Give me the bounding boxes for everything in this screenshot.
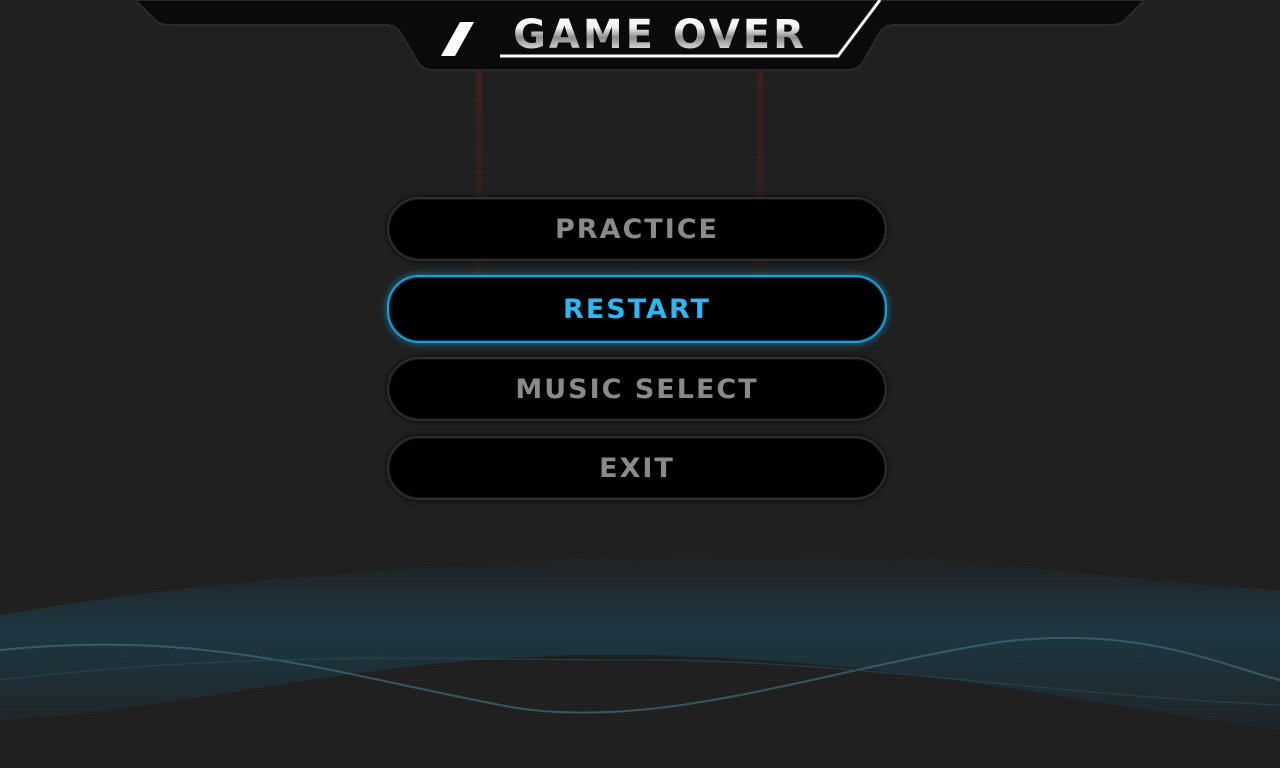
exit-label: EXIT xyxy=(599,452,675,484)
practice-label: PRACTICE xyxy=(554,213,719,245)
practice-button[interactable]: PRACTICE xyxy=(387,197,887,261)
game-over-title: GAME OVER xyxy=(480,10,840,60)
music-select-button[interactable]: MUSIC SELECT xyxy=(387,357,887,421)
music-select-label: MUSIC SELECT xyxy=(515,373,759,405)
restart-label: RESTART xyxy=(563,293,711,325)
game-over-screen: GAME OVER PRACTICE RESTART MUSIC SELECT … xyxy=(0,0,1280,768)
exit-button[interactable]: EXIT xyxy=(387,436,887,500)
wave-background xyxy=(0,551,1280,730)
restart-button[interactable]: RESTART xyxy=(387,275,887,343)
